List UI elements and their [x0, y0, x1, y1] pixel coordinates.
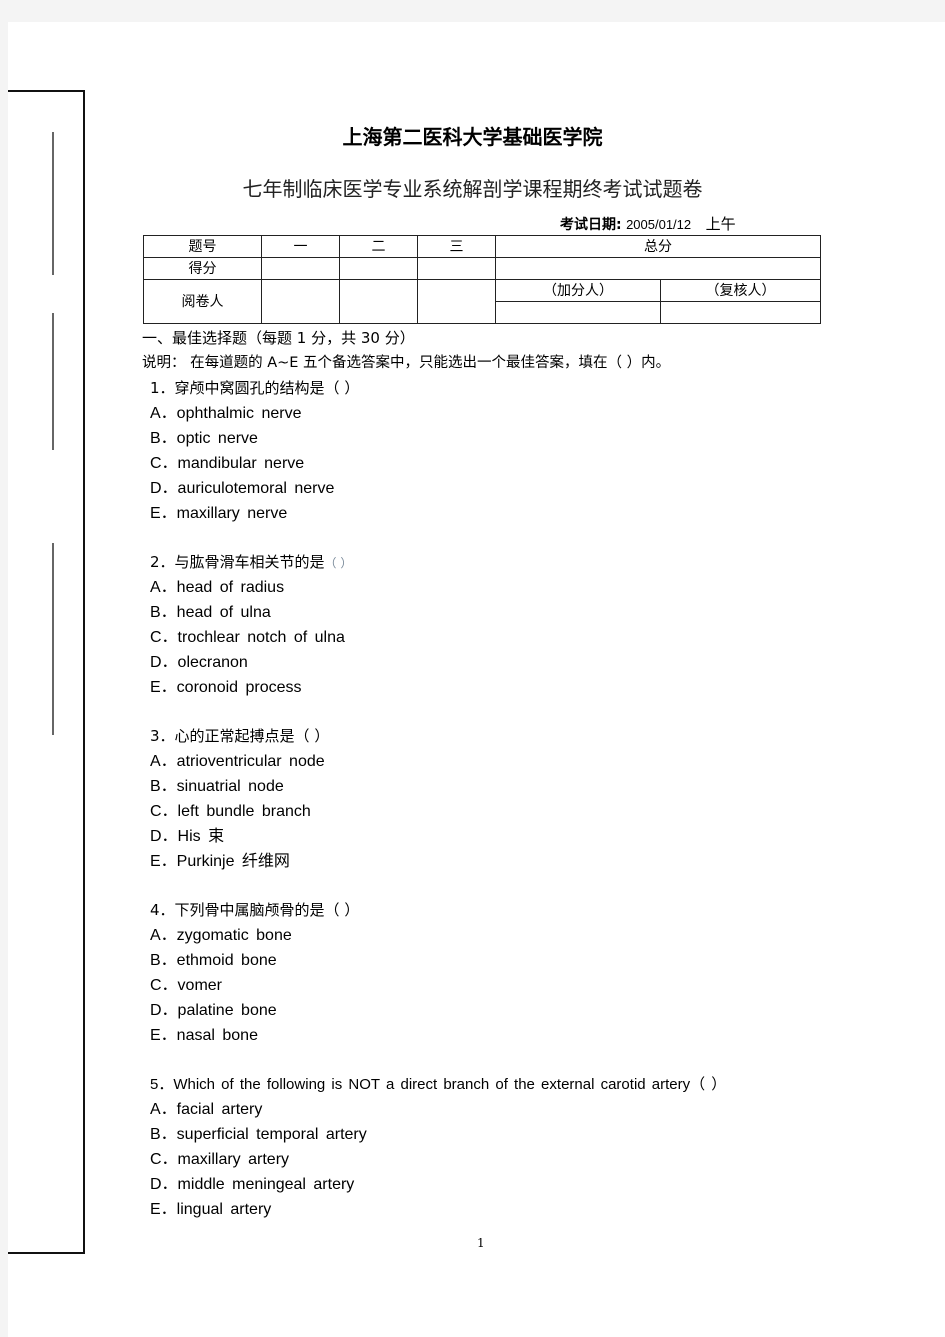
option-a: A．ophthalmic nerve [150, 405, 302, 422]
exam-date-value: 2005/01/12 [626, 217, 692, 232]
binding-line [52, 313, 54, 450]
question-stem: 3．心的正常起搏点是（ ） [150, 727, 330, 745]
score-row-label: 得分 [143, 257, 262, 280]
grader-cell-2[interactable] [339, 279, 418, 324]
score-table: 题号 一 二 三 总分 得分 阅卷人 （加分人） （复核人） [143, 235, 821, 324]
option-b: B．optic nerve [150, 430, 258, 447]
option-b: B．sinuatrial node [150, 778, 284, 795]
header-cell-question-no: 题号 [143, 235, 262, 258]
option-a: A．head of radius [150, 579, 285, 596]
binding-line [52, 543, 54, 735]
question-4: 4．下列骨中属脑颅骨的是（ ） A．zygomatic bone B．ethmo… [150, 898, 830, 1048]
section-heading: 一、最佳选择题（每题 1 分，共 30 分） [142, 329, 415, 347]
option-c: C．mandibular nerve [150, 455, 305, 472]
option-c: C．vomer [150, 977, 223, 994]
score-table-header-row: 题号 一 二 三 总分 [143, 235, 821, 258]
header-cell-section-2: 二 [339, 235, 418, 258]
option-a: A．facial artery [150, 1101, 263, 1118]
option-d: D．middle meningeal artery [150, 1176, 355, 1193]
section-instruction: 说明： 在每道题的 A~E 五个备选答案中，只能选出一个最佳答案，填在（ ）内。 [142, 355, 671, 371]
option-d: D．auriculotemoral nerve [150, 480, 335, 497]
option-e: E．nasal bone [150, 1027, 258, 1044]
score-cell-2[interactable] [339, 257, 418, 280]
option-c: C．trochlear notch of ulna [150, 629, 345, 646]
question-5: 5．Which of the following is NOT a direct… [150, 1072, 830, 1222]
page-number: 1 [477, 1236, 485, 1250]
exam-title: 七年制临床医学专业系统解剖学课程期终考试试题卷 [242, 177, 703, 201]
header-cell-total: 总分 [495, 235, 821, 258]
grader-row-label: 阅卷人 [143, 279, 262, 324]
option-d: D．His 束 [150, 828, 225, 845]
header-cell-section-1: 一 [261, 235, 340, 258]
adder-label: （加分人） [495, 279, 661, 302]
question-stem: 2．与肱骨滑车相关节的是（ ） [150, 550, 830, 575]
option-b: B．head of ulna [150, 604, 271, 621]
question-stem: 4．下列骨中属脑颅骨的是（ ） [150, 901, 360, 919]
institution-title: 上海第二医科大学基础医学院 [342, 125, 603, 149]
grader-cell-1[interactable] [261, 279, 340, 324]
question-3: 3．心的正常起搏点是（ ） A．atrioventricular node B．… [150, 724, 830, 874]
exam-date-label: 考试日期: [560, 217, 622, 233]
reviewer-label: （复核人） [660, 279, 821, 302]
option-d: D．palatine bone [150, 1002, 277, 1019]
option-b: B．ethmoid bone [150, 952, 277, 969]
question-1: 1．穿颅中窝圆孔的结构是（ ） A．ophthalmic nerve B．opt… [150, 376, 830, 526]
binding-margin-box [8, 90, 85, 1254]
question-section: 一、最佳选择题（每题 1 分，共 30 分） 说明： 在每道题的 A~E 五个备… [142, 326, 830, 1222]
option-e: E．maxillary nerve [150, 505, 288, 522]
header-cell-section-3: 三 [417, 235, 496, 258]
answer-blank: （ ） [324, 556, 353, 570]
option-d: D．olecranon [150, 654, 248, 671]
score-cell-1[interactable] [261, 257, 340, 280]
question-stem: 5．Which of the following is NOT a direct… [150, 1076, 727, 1093]
option-c: C．maxillary artery [150, 1151, 290, 1168]
option-b: B．superficial temporal artery [150, 1126, 367, 1143]
binding-line [52, 132, 54, 275]
option-a: A．zygomatic bone [150, 927, 292, 944]
adder-signature-cell[interactable] [495, 301, 661, 324]
grader-cell-3[interactable] [417, 279, 496, 324]
score-cell-total[interactable] [495, 257, 821, 280]
option-a: A．atrioventricular node [150, 753, 325, 770]
question-2: 2．与肱骨滑车相关节的是（ ） A．head of radius B．head … [150, 550, 830, 700]
option-e: E．Purkinje 纤维网 [150, 853, 290, 870]
option-e: E．lingual artery [150, 1201, 272, 1218]
option-c: C．left bundle branch [150, 803, 311, 820]
exam-session: 上午 [705, 215, 736, 233]
score-cell-3[interactable] [417, 257, 496, 280]
option-e: E．coronoid process [150, 679, 302, 696]
question-stem-text: 2．与肱骨滑车相关节的是 [150, 553, 325, 571]
score-table-score-row: 得分 [143, 257, 821, 280]
reviewer-signature-cell[interactable] [660, 301, 821, 324]
score-table-grader-row: 阅卷人 （加分人） （复核人） [143, 279, 821, 324]
exam-date: 考试日期: 2005/01/12 上午 [560, 213, 736, 234]
question-stem: 1．穿颅中窝圆孔的结构是（ ） [150, 379, 360, 397]
